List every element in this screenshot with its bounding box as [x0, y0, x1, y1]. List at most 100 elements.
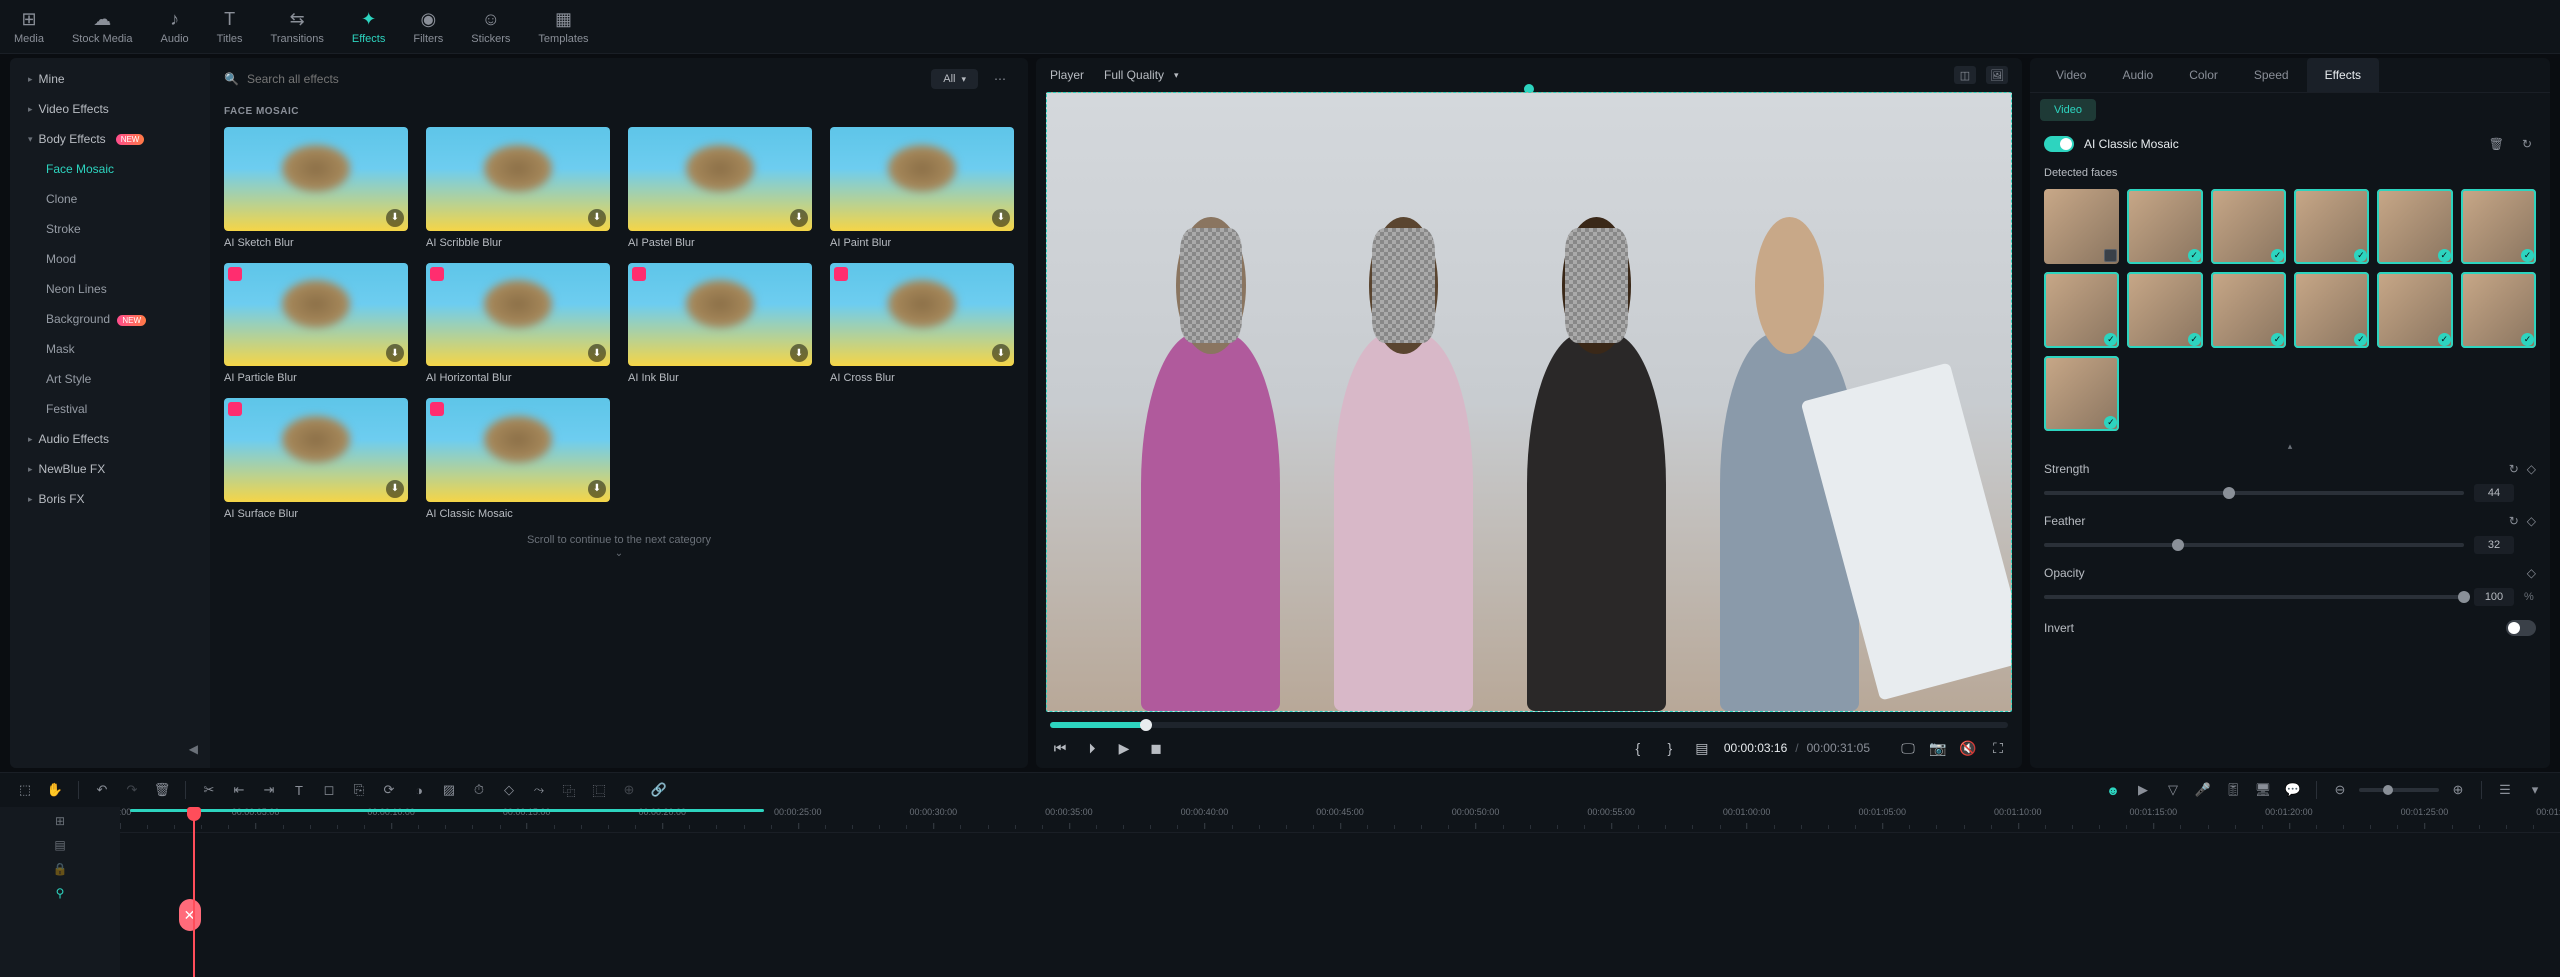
sidebar-sub-face-mosaic[interactable]: Face Mosaic: [16, 154, 204, 184]
nav-stock-media[interactable]: ☁Stock Media: [58, 0, 147, 53]
nav-audio[interactable]: ♪Audio: [147, 0, 203, 53]
audio-mix-button[interactable]: 🎚: [2222, 779, 2244, 801]
caption-button[interactable]: 💬: [2282, 779, 2304, 801]
sidebar-sub-mood[interactable]: Mood: [16, 244, 204, 274]
zoom-out-button[interactable]: ⊖: [2329, 779, 2351, 801]
nav-titles[interactable]: TTitles: [203, 0, 257, 53]
effect-card[interactable]: ⬇AI Horizontal Blur: [426, 263, 610, 385]
face-thumbnail[interactable]: ✓: [2377, 189, 2452, 264]
download-icon[interactable]: ⬇: [588, 209, 606, 227]
sidebar-item-boris-fx[interactable]: Boris FX: [16, 484, 204, 514]
nav-templates[interactable]: ▦Templates: [524, 0, 602, 53]
adjust-button[interactable]: ▨: [438, 779, 460, 801]
download-icon[interactable]: ⬇: [386, 209, 404, 227]
play-button[interactable]: ▶: [1114, 738, 1134, 758]
faces-expand-button[interactable]: ▴: [2030, 439, 2550, 454]
face-thumbnail[interactable]: ✓: [2127, 189, 2202, 264]
sidebar-sub-art-style[interactable]: Art Style: [16, 364, 204, 394]
add-track-button[interactable]: ⊞: [4, 811, 116, 831]
keyframe-icon[interactable]: ◇: [2527, 566, 2536, 580]
feather-value[interactable]: 32: [2474, 536, 2514, 554]
opacity-slider[interactable]: [2044, 595, 2464, 599]
group-button[interactable]: ⿻: [558, 779, 580, 801]
zoom-in-button[interactable]: ⊕: [2447, 779, 2469, 801]
snapshot-button[interactable]: 📷: [1928, 738, 1948, 758]
face-thumbnail[interactable]: ✓: [2461, 189, 2536, 264]
delete-icon[interactable]: 🗑: [2485, 135, 2508, 153]
sidebar-item-body-effects[interactable]: Body EffectsNEW: [16, 124, 204, 154]
ai-face-button[interactable]: ☻: [2102, 779, 2124, 801]
sidebar-sub-clone[interactable]: Clone: [16, 184, 204, 214]
nav-media[interactable]: ⊞Media: [0, 0, 58, 53]
face-thumbnail[interactable]: ✓: [2044, 272, 2119, 347]
strength-value[interactable]: 44: [2474, 484, 2514, 502]
face-thumbnail[interactable]: [2044, 189, 2119, 264]
feather-slider[interactable]: [2044, 543, 2464, 547]
fullscreen-button[interactable]: ⛶: [1988, 738, 2008, 758]
inspector-tab-video[interactable]: Video: [2038, 58, 2104, 92]
effects-filter-dropdown[interactable]: All ▾: [931, 69, 978, 89]
inspector-tab-effects[interactable]: Effects: [2307, 58, 2379, 92]
nav-filters[interactable]: ◉Filters: [399, 0, 457, 53]
face-thumbnail[interactable]: ✓: [2127, 272, 2202, 347]
invert-toggle[interactable]: [2506, 620, 2536, 636]
stop-button[interactable]: ◼: [1146, 738, 1166, 758]
playback-quality-dropdown[interactable]: Full Quality ▾: [1104, 68, 1179, 82]
keyframe-icon[interactable]: ◇: [2527, 514, 2536, 528]
display-settings-button[interactable]: 🖵: [1898, 738, 1918, 758]
sidebar-item-video-effects[interactable]: Video Effects: [16, 94, 204, 124]
slider-knob[interactable]: [2458, 591, 2470, 603]
opacity-value[interactable]: 100: [2474, 588, 2514, 606]
effect-card[interactable]: ⬇AI Paint Blur: [830, 127, 1014, 249]
search-effects-input[interactable]: [247, 72, 923, 86]
face-thumbnail[interactable]: ✓: [2044, 356, 2119, 431]
download-icon[interactable]: ⬇: [992, 209, 1010, 227]
effect-enable-toggle[interactable]: [2044, 136, 2074, 152]
delete-button[interactable]: 🗑: [151, 779, 173, 801]
safe-zone-button[interactable]: ▤: [1692, 738, 1712, 758]
range-bar[interactable]: [130, 809, 764, 812]
picture-button[interactable]: 🖼: [1986, 66, 2008, 84]
strength-slider[interactable]: [2044, 491, 2464, 495]
download-icon[interactable]: ⬇: [386, 344, 404, 362]
effect-card[interactable]: ⬇AI Scribble Blur: [426, 127, 610, 249]
face-thumbnail[interactable]: ✓: [2294, 189, 2369, 264]
download-icon[interactable]: ⬇: [790, 209, 808, 227]
trim-end-button[interactable]: ⇥: [258, 779, 280, 801]
ungroup-button[interactable]: ⿺: [588, 779, 610, 801]
download-icon[interactable]: ⬇: [588, 480, 606, 498]
redo-button[interactable]: ↷: [121, 779, 143, 801]
compare-view-button[interactable]: ◫: [1954, 66, 1976, 84]
effect-card[interactable]: ⬇AI Ink Blur: [628, 263, 812, 385]
sidebar-sub-festival[interactable]: Festival: [16, 394, 204, 424]
download-icon[interactable]: ⬇: [790, 344, 808, 362]
sidebar-item-mine[interactable]: Mine: [16, 64, 204, 94]
insert-button[interactable]: ⊕: [618, 779, 640, 801]
inspector-tab-audio[interactable]: Audio: [2104, 58, 2171, 92]
effect-clip[interactable]: ✕: [179, 899, 201, 931]
link-button[interactable]: 🔗: [648, 779, 670, 801]
sidebar-sub-neon-lines[interactable]: Neon Lines: [16, 274, 204, 304]
speed-button[interactable]: ⟳: [378, 779, 400, 801]
effect-card[interactable]: ⬇AI Classic Mosaic: [426, 398, 610, 520]
track-magnet-button[interactable]: ⚲: [4, 883, 116, 903]
prev-frame-button[interactable]: ⏮: [1050, 738, 1070, 758]
text-button[interactable]: T: [288, 779, 310, 801]
mute-button[interactable]: 🔇: [1958, 738, 1978, 758]
track-lock-button[interactable]: 🔒: [4, 859, 116, 879]
track-options-button[interactable]: ☰: [2494, 779, 2516, 801]
collapse-sidebar-button[interactable]: ◀: [183, 736, 204, 762]
effect-card[interactable]: ⬇AI Sketch Blur: [224, 127, 408, 249]
duration-button[interactable]: ⏱: [468, 779, 490, 801]
effect-card[interactable]: ⬇AI Cross Blur: [830, 263, 1014, 385]
reset-icon[interactable]: ↻: [2509, 462, 2519, 476]
playhead[interactable]: [193, 807, 195, 977]
download-icon[interactable]: ⬇: [386, 480, 404, 498]
timeline-settings-button[interactable]: ▾: [2524, 779, 2546, 801]
slider-knob[interactable]: [2223, 487, 2235, 499]
hand-tool-button[interactable]: ✋: [44, 779, 66, 801]
motion-button[interactable]: ⤳: [528, 779, 550, 801]
selection-tool-button[interactable]: ⬚: [14, 779, 36, 801]
nav-stickers[interactable]: ☺Stickers: [457, 0, 524, 53]
voiceover-button[interactable]: 🎤: [2192, 779, 2214, 801]
